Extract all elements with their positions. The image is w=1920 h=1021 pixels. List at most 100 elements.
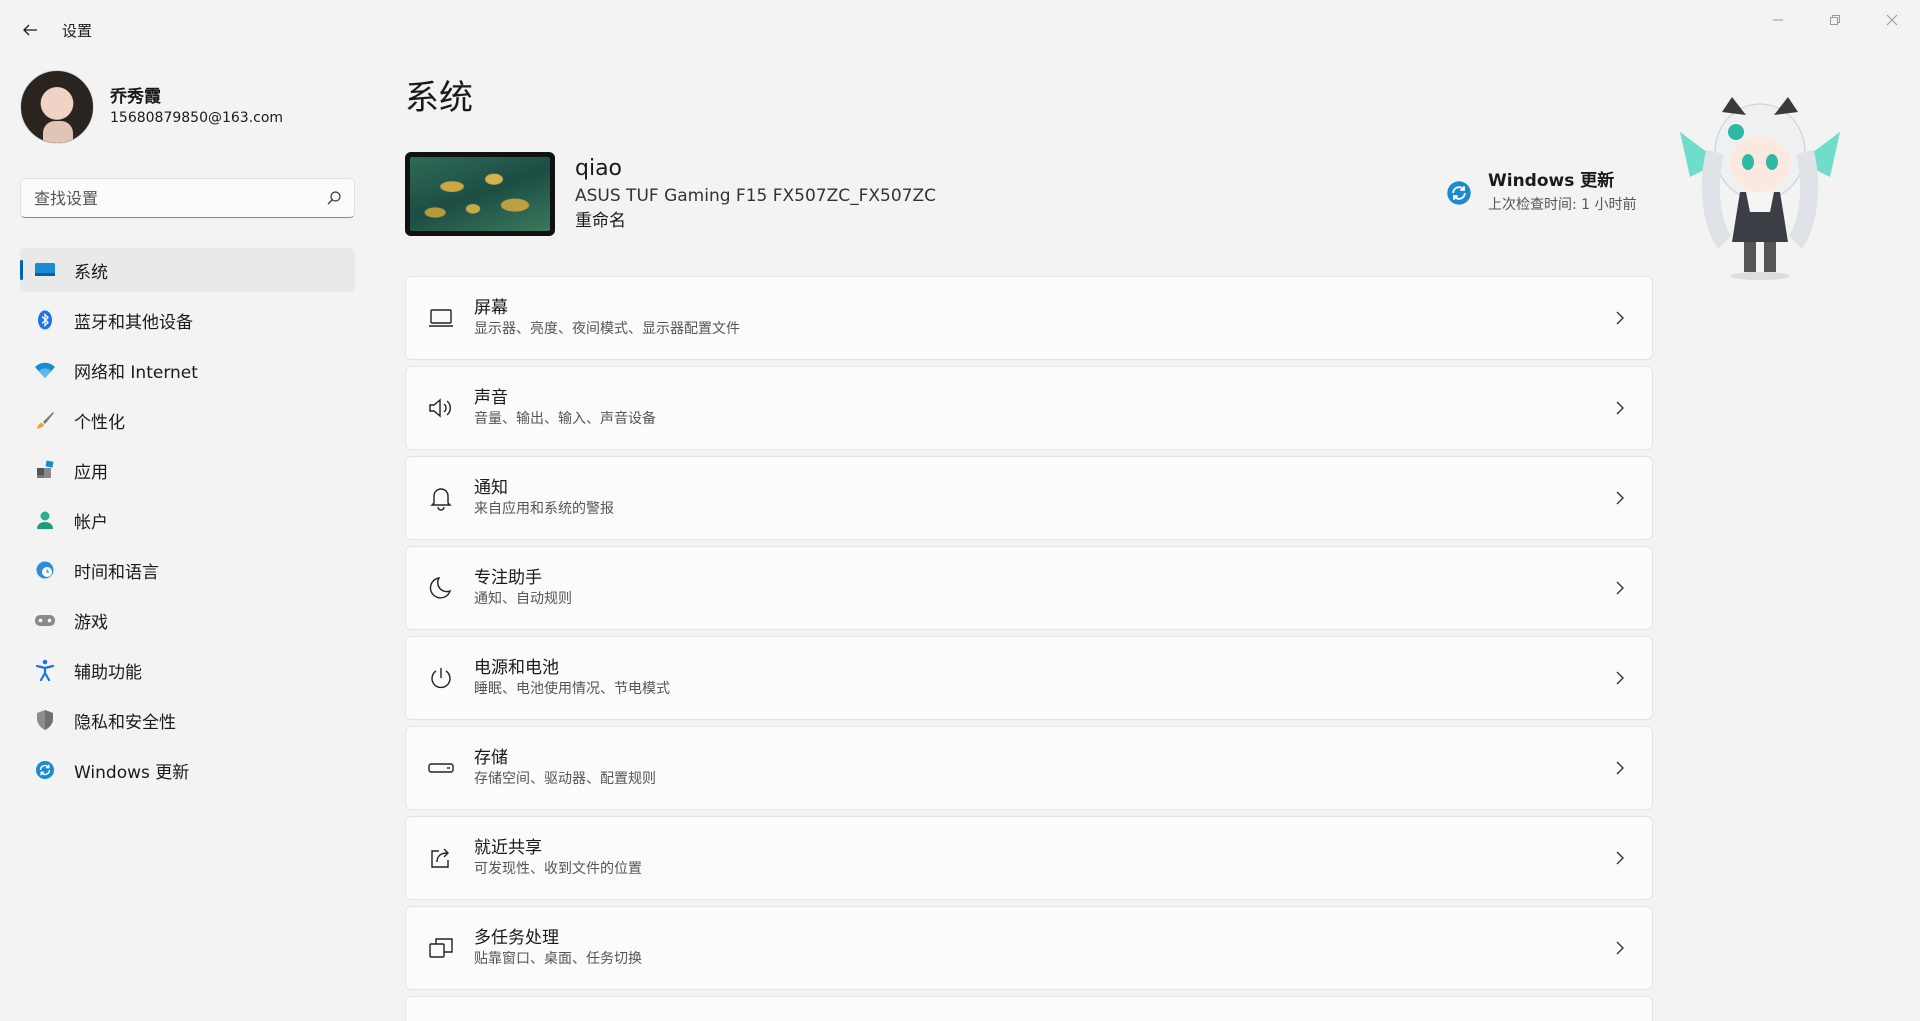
user-profile[interactable]: 乔秀霞 15680879850@163.com — [20, 70, 283, 144]
card-subtitle: 可发现性、收到文件的位置 — [474, 861, 642, 877]
sidebar-item-personalization[interactable]: 个性化 — [20, 398, 355, 442]
search-input[interactable] — [34, 188, 326, 208]
rename-link[interactable]: 重命名 — [575, 209, 936, 234]
chevron-right-icon — [1616, 401, 1624, 415]
chevron-right-icon — [1616, 761, 1624, 775]
card-title: 通知 — [474, 478, 508, 498]
sidebar-item-label: 时间和语言 — [74, 562, 159, 583]
settings-card-notifications[interactable]: 通知 来自应用和系统的警报 — [405, 456, 1653, 540]
card-title: 就近共享 — [474, 838, 542, 858]
settings-card-focus-assist[interactable]: 专注助手 通知、自动规则 — [405, 546, 1653, 630]
accessibility-icon — [34, 659, 56, 681]
anime-mascot-image — [1680, 97, 1840, 280]
user-name: 乔秀霞 — [110, 87, 161, 107]
card-subtitle: 显示器、亮度、夜间模式、显示器配置文件 — [474, 321, 740, 337]
windows-update-status[interactable]: Windows 更新 上次检查时间: 1 小时前 — [1446, 168, 1637, 216]
device-wallpaper-thumbnail — [405, 152, 555, 236]
settings-card-multitasking[interactable]: 多任务处理 贴靠窗口、桌面、任务切换 — [405, 906, 1653, 990]
app-title: 设置 — [62, 22, 93, 40]
sidebar-item-accounts[interactable]: 帐户 — [20, 498, 355, 542]
minimize-icon — [1772, 19, 1783, 21]
device-header: qiao ASUS TUF Gaming F15 FX507ZC_FX507ZC… — [405, 152, 936, 236]
sidebar-item-network[interactable]: 网络和 Internet — [20, 348, 355, 392]
close-button[interactable] — [1863, 0, 1920, 40]
chevron-right-icon — [1616, 671, 1624, 685]
sidebar-item-label: 应用 — [74, 462, 108, 483]
update-title: Windows 更新 — [1488, 171, 1615, 191]
chevron-right-icon — [1616, 311, 1624, 325]
sidebar-item-windows-update[interactable]: Windows 更新 — [20, 748, 355, 792]
settings-card-display[interactable]: 屏幕 显示器、亮度、夜间模式、显示器配置文件 — [405, 276, 1653, 360]
bluetooth-icon — [34, 309, 56, 331]
sidebar-item-label: Windows 更新 — [74, 762, 190, 783]
sidebar-item-apps[interactable]: 应用 — [20, 448, 355, 492]
card-title: 专注助手 — [474, 568, 542, 588]
card-title: 声音 — [474, 388, 508, 408]
minimize-button[interactable] — [1749, 0, 1806, 40]
chevron-right-icon — [1616, 491, 1624, 505]
bell-icon — [426, 483, 456, 513]
sidebar-item-bluetooth[interactable]: 蓝牙和其他设备 — [20, 298, 355, 342]
sidebar-item-gaming[interactable]: 游戏 — [20, 598, 355, 642]
account-icon — [34, 509, 56, 531]
display-icon — [426, 303, 456, 333]
time-language-icon — [34, 559, 56, 581]
storage-icon — [426, 753, 456, 783]
device-model: ASUS TUF Gaming F15 FX507ZC_FX507ZC — [575, 186, 937, 206]
card-title: 多任务处理 — [474, 928, 559, 948]
restore-icon — [1829, 15, 1840, 25]
card-title: 屏幕 — [474, 298, 508, 318]
chevron-right-icon — [1616, 581, 1624, 595]
card-subtitle: 通知、自动规则 — [474, 591, 572, 607]
close-icon — [1886, 14, 1897, 26]
title-bar: 设置 — [0, 0, 1920, 60]
sidebar-nav: 系统 蓝牙和其他设备 网络和 Internet 个性化 应用 帐户 时间和语言 … — [20, 248, 355, 798]
user-email: 15680879850@163.com — [110, 110, 284, 126]
windows-update-icon — [1446, 180, 1472, 206]
system-icon — [34, 259, 56, 281]
chevron-right-icon — [1616, 851, 1624, 865]
brush-icon — [34, 409, 56, 431]
device-name: qiao — [575, 156, 623, 181]
sidebar-item-privacy[interactable]: 隐私和安全性 — [20, 698, 355, 742]
moon-icon — [426, 573, 456, 603]
settings-card-power-battery[interactable]: 电源和电池 睡眠、电池使用情况、节电模式 — [405, 636, 1653, 720]
search-icon[interactable] — [326, 190, 342, 206]
back-arrow-icon — [23, 24, 37, 36]
sidebar-item-label: 网络和 Internet — [74, 362, 198, 383]
speaker-icon — [426, 393, 456, 423]
windows-update-icon — [34, 759, 56, 781]
sidebar-item-system[interactable]: 系统 — [20, 248, 355, 292]
chevron-right-icon — [1616, 941, 1624, 955]
back-button[interactable] — [18, 18, 42, 42]
card-subtitle: 存储空间、驱动器、配置规则 — [474, 771, 656, 787]
window-controls — [1749, 0, 1920, 40]
settings-card-sound[interactable]: 声音 音量、输出、输入、声音设备 — [405, 366, 1653, 450]
wifi-icon — [34, 359, 56, 381]
settings-card-partial[interactable] — [405, 996, 1653, 1021]
share-icon — [426, 843, 456, 873]
avatar — [20, 70, 94, 144]
multitask-icon — [426, 933, 456, 963]
card-title: 电源和电池 — [474, 658, 559, 678]
sidebar-item-label: 帐户 — [74, 512, 108, 533]
sidebar-item-time-language[interactable]: 时间和语言 — [20, 548, 355, 592]
card-subtitle: 睡眠、电池使用情况、节电模式 — [474, 681, 670, 697]
update-last-checked: 上次检查时间: 1 小时前 — [1488, 197, 1637, 213]
card-subtitle: 贴靠窗口、桌面、任务切换 — [474, 951, 642, 967]
sidebar-item-label: 系统 — [74, 262, 108, 283]
sidebar-item-label: 个性化 — [74, 412, 125, 433]
settings-list: 屏幕 显示器、亮度、夜间模式、显示器配置文件 声音 音量、输出、输入、声音设备 … — [405, 276, 1653, 1021]
restore-button[interactable] — [1806, 0, 1863, 40]
page-title: 系统 — [405, 78, 473, 118]
power-icon — [426, 663, 456, 693]
settings-card-nearby-sharing[interactable]: 就近共享 可发现性、收到文件的位置 — [405, 816, 1653, 900]
settings-card-storage[interactable]: 存储 存储空间、驱动器、配置规则 — [405, 726, 1653, 810]
search-box[interactable] — [20, 178, 355, 218]
card-title: 存储 — [474, 748, 508, 768]
sidebar-item-label: 蓝牙和其他设备 — [74, 312, 193, 333]
sidebar-item-accessibility[interactable]: 辅助功能 — [20, 648, 355, 692]
sidebar-item-label: 辅助功能 — [74, 662, 142, 683]
sidebar-item-label: 游戏 — [74, 612, 108, 633]
card-subtitle: 音量、输出、输入、声音设备 — [474, 411, 656, 427]
